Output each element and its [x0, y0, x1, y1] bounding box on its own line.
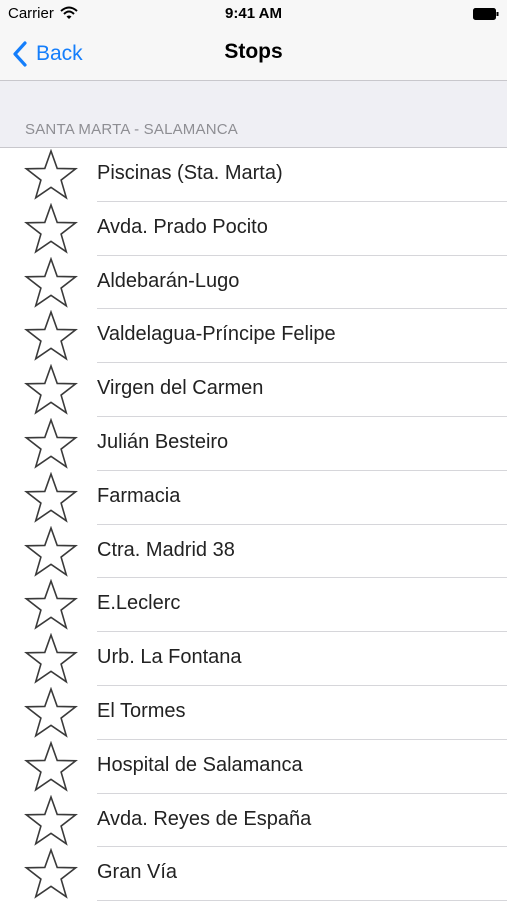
stop-name: Ctra. Madrid 38: [97, 538, 235, 561]
star-outline-icon[interactable]: [24, 256, 78, 309]
star-outline-icon[interactable]: [24, 471, 78, 524]
stop-name: Farmacia: [97, 484, 181, 507]
stop-name: Aldebarán-Lugo: [97, 269, 240, 292]
stop-row[interactable]: Aldebarán-Lugo: [0, 255, 507, 310]
stop-row[interactable]: Julián Besteiro: [0, 416, 507, 471]
stops-list: Piscinas (Sta. Marta) Avda. Prado Pocito…: [0, 147, 507, 901]
stop-name: Hospital de Salamanca: [97, 753, 303, 776]
stop-name: Gran Vía: [97, 861, 178, 884]
star-outline-icon[interactable]: [24, 310, 78, 362]
page-title: Stops: [224, 40, 283, 63]
stop-name: El Tormes: [97, 699, 186, 722]
star-outline-icon[interactable]: [24, 525, 78, 578]
star-outline-icon[interactable]: [24, 794, 78, 847]
star-outline-icon[interactable]: [24, 149, 78, 201]
stop-name: E.Leclerc: [97, 592, 181, 615]
stop-row[interactable]: Avda. Reyes de España: [0, 793, 507, 848]
stop-name: Avda. Prado Pocito: [97, 215, 268, 238]
stop-name: Urb. La Fontana: [97, 646, 242, 669]
status-time: 9:41 AM: [225, 5, 282, 22]
stop-row[interactable]: Urb. La Fontana: [0, 632, 507, 686]
stop-row[interactable]: Gran Vía: [0, 847, 507, 901]
stop-row[interactable]: Virgen del Carmen: [0, 363, 507, 417]
stop-row[interactable]: Avda. Prado Pocito: [0, 201, 507, 256]
stop-name: Valdelagua-Príncipe Felipe: [97, 323, 336, 346]
stop-row[interactable]: E.Leclerc: [0, 578, 507, 633]
star-outline-icon[interactable]: [24, 364, 78, 416]
star-outline-icon[interactable]: [24, 740, 78, 793]
star-outline-icon[interactable]: [24, 417, 78, 470]
section-header: SANTA MARTA - SALAMANCA: [25, 121, 238, 138]
stop-row[interactable]: El Tormes: [0, 685, 507, 740]
star-outline-icon[interactable]: [24, 633, 78, 685]
star-outline-icon[interactable]: [24, 686, 78, 739]
battery-icon: [473, 8, 499, 20]
stop-row[interactable]: Valdelagua-Príncipe Felipe: [0, 309, 507, 364]
stop-name: Virgen del Carmen: [97, 377, 264, 400]
status-bar: Carrier 9:41 AM: [0, 0, 507, 28]
stop-name: Avda. Reyes de España: [97, 807, 312, 830]
star-outline-icon[interactable]: [24, 579, 78, 631]
stop-row[interactable]: Farmacia: [0, 470, 507, 525]
star-outline-icon[interactable]: [24, 848, 78, 900]
navigation-bar: Back Stops: [0, 28, 507, 81]
stop-row[interactable]: Hospital de Salamanca: [0, 739, 507, 794]
stop-name: Piscinas (Sta. Marta): [97, 162, 283, 184]
star-outline-icon[interactable]: [24, 202, 78, 255]
stop-row[interactable]: Ctra. Madrid 38: [0, 524, 507, 579]
stop-name: Julián Besteiro: [97, 430, 229, 453]
stop-row[interactable]: Piscinas (Sta. Marta): [0, 148, 507, 202]
